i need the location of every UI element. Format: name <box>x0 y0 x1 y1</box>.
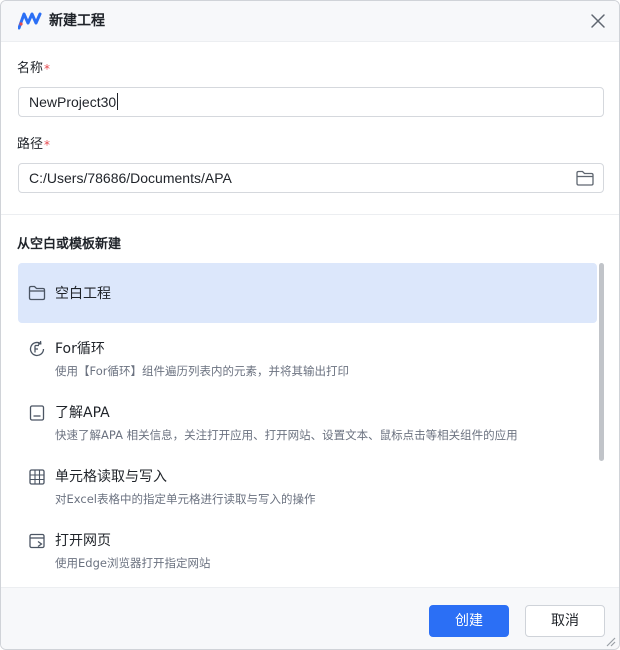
template-list: 空白工程 For循环 使用【For循环】组件遍历列表内的元素，并将其输出打印 了… <box>18 263 598 587</box>
templates-section-title: 从空白或模板新建 <box>17 237 122 252</box>
name-label-text: 名称 <box>17 61 44 76</box>
template-item-for-loop[interactable]: For循环 使用【For循环】组件遍历列表内的元素，并将其输出打印 <box>18 331 597 387</box>
new-project-dialog: 新建工程 名称* NewProject30 路径* C:/Users/78686… <box>0 0 620 650</box>
folder-outline-icon <box>28 285 46 301</box>
close-icon[interactable] <box>588 11 608 31</box>
template-description: 使用Edge浏览器打开指定网站 <box>55 556 211 570</box>
template-description: 使用【For循环】组件遍历列表内的元素，并将其输出打印 <box>55 364 349 378</box>
folder-icon[interactable] <box>575 169 595 187</box>
template-title: 了解APA <box>55 405 110 421</box>
project-path-value: C:/Users/78686/Documents/APA <box>29 170 232 186</box>
template-item-cell-read-write[interactable]: 单元格读取与写入 对Excel表格中的指定单元格进行读取与写入的操作 <box>18 459 597 515</box>
create-button[interactable]: 创建 <box>429 605 509 637</box>
resize-grip-icon[interactable] <box>604 635 616 647</box>
template-title: 单元格读取与写入 <box>55 469 167 485</box>
template-title: 打开网页 <box>55 533 111 549</box>
path-label-text: 路径 <box>17 137 44 152</box>
apa-logo-icon <box>18 12 42 30</box>
template-list-scrollbar[interactable] <box>598 263 604 587</box>
template-item-learn-apa[interactable]: 了解APA 快速了解APA 相关信息，关注打开应用、打开网站、设置文本、鼠标点击… <box>18 395 597 451</box>
document-icon <box>29 405 45 421</box>
table-icon <box>29 469 45 485</box>
path-label: 路径* <box>17 137 50 153</box>
project-path-input[interactable]: C:/Users/78686/Documents/APA <box>18 163 604 193</box>
browser-icon <box>29 533 45 549</box>
dialog-title: 新建工程 <box>49 13 105 29</box>
project-name-input[interactable]: NewProject30 <box>18 87 604 117</box>
section-divider <box>1 214 619 215</box>
name-label: 名称* <box>17 61 50 77</box>
template-item-open-webpage[interactable]: 打开网页 使用Edge浏览器打开指定网站 <box>18 523 597 579</box>
dialog-titlebar: 新建工程 <box>1 1 619 42</box>
scrollbar-thumb[interactable] <box>599 263 604 461</box>
text-caret <box>117 93 119 111</box>
template-title: For循环 <box>55 341 105 357</box>
cancel-button[interactable]: 取消 <box>525 605 605 637</box>
template-description: 对Excel表格中的指定单元格进行读取与写入的操作 <box>55 492 316 506</box>
name-required-mark: * <box>44 62 51 76</box>
path-required-mark: * <box>44 138 51 152</box>
template-item-blank[interactable]: 空白工程 <box>18 263 597 323</box>
dialog-footer: 创建 取消 <box>1 587 619 649</box>
project-name-value: NewProject30 <box>29 94 117 110</box>
template-description: 快速了解APA 相关信息，关注打开应用、打开网站、设置文本、鼠标点击等相关组件的… <box>55 428 518 442</box>
for-loop-icon <box>29 340 45 357</box>
template-title: 空白工程 <box>55 286 111 302</box>
